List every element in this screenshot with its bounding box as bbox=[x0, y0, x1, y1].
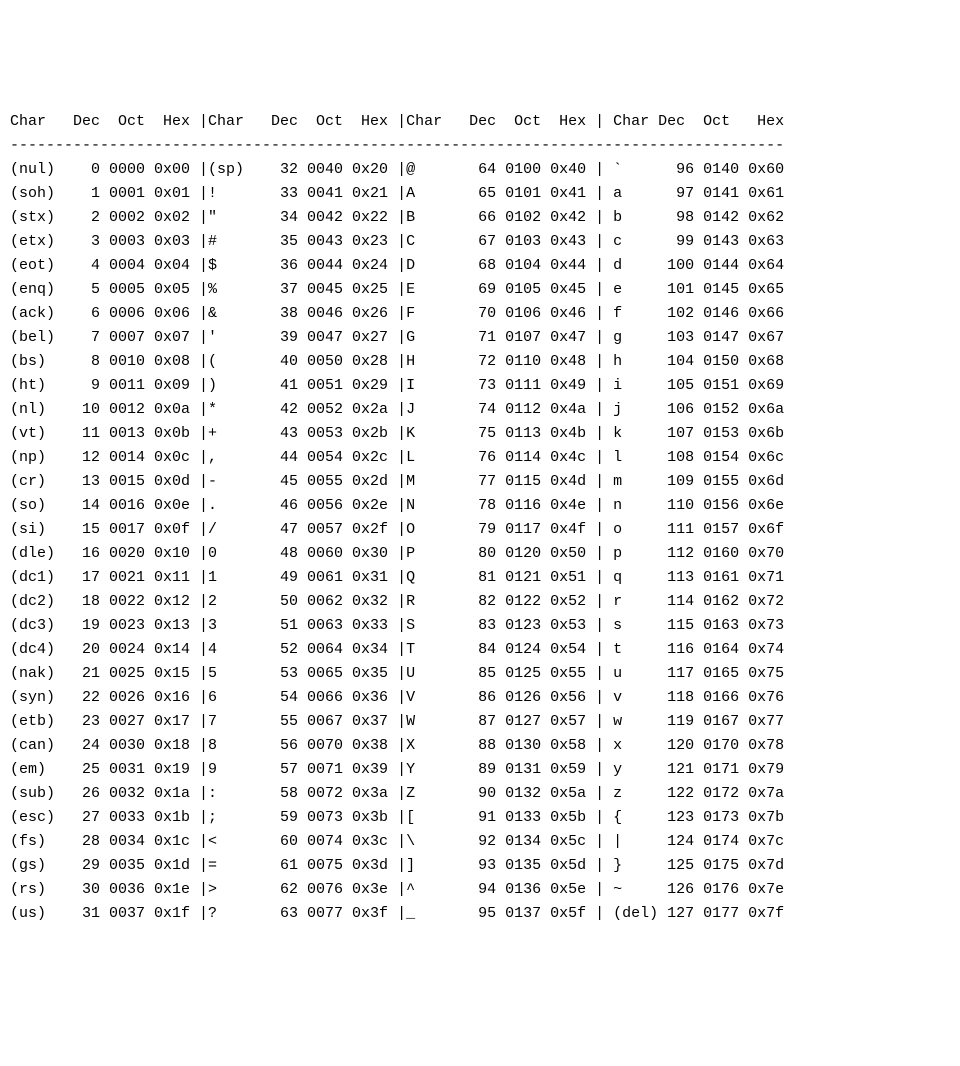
ascii-table: Char Dec Oct Hex |Char Dec Oct Hex |Char… bbox=[10, 110, 950, 926]
